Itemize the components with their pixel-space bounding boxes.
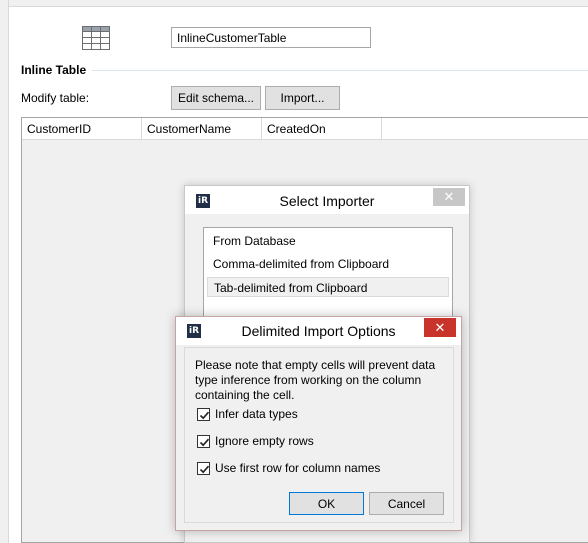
list-item-tab-delimited[interactable]: Tab-delimited from Clipboard xyxy=(207,277,449,297)
delimited-options-titlebar[interactable]: iR Delimited Import Options ✕ xyxy=(176,317,461,345)
ok-button[interactable]: OK xyxy=(289,492,364,515)
window-top-edge xyxy=(0,0,588,7)
use-first-row-option[interactable]: Use first row for column names xyxy=(197,460,380,476)
column-header-customername[interactable]: CustomerName xyxy=(142,118,262,139)
dialog-title: Select Importer xyxy=(279,193,375,209)
checkbox-checked-icon[interactable] xyxy=(197,461,210,475)
list-item-from-database[interactable]: From Database xyxy=(207,231,449,251)
option-label: Ignore empty rows xyxy=(215,434,314,448)
checkbox-checked-icon[interactable] xyxy=(197,407,210,421)
modify-table-label: Modify table: xyxy=(21,91,90,105)
infer-data-types-option[interactable]: Infer data types xyxy=(197,406,298,422)
delimited-import-options-dialog: iR Delimited Import Options ✕ Please not… xyxy=(175,316,462,531)
checkbox-checked-icon[interactable] xyxy=(197,434,210,448)
dialog-title: Delimited Import Options xyxy=(241,323,396,339)
empty-cells-note: Please note that empty cells will preven… xyxy=(195,358,436,402)
table-name-input[interactable] xyxy=(171,27,371,48)
close-icon[interactable]: ✕ xyxy=(424,318,456,337)
column-header-customerid[interactable]: CustomerID xyxy=(22,118,142,139)
edit-schema-button[interactable]: Edit schema... xyxy=(171,86,261,110)
section-title: Inline Table xyxy=(21,63,87,77)
close-icon[interactable]: ✕ xyxy=(433,188,465,206)
column-header-createdon[interactable]: CreatedOn xyxy=(262,118,382,139)
section-divider xyxy=(92,70,588,71)
list-item-comma-delimited[interactable]: Comma-delimited from Clipboard xyxy=(207,254,449,274)
table-icon xyxy=(82,26,110,50)
option-label: Infer data types xyxy=(215,407,298,421)
import-button[interactable]: Import... xyxy=(265,86,340,110)
window-left-edge xyxy=(0,0,9,543)
option-label: Use first row for column names xyxy=(215,461,381,475)
grid-header: CustomerID CustomerName CreatedOn xyxy=(22,118,588,140)
select-importer-titlebar[interactable]: iR Select Importer ✕ xyxy=(185,186,469,214)
cancel-button[interactable]: Cancel xyxy=(369,492,444,515)
ignore-empty-rows-option[interactable]: Ignore empty rows xyxy=(197,433,314,449)
